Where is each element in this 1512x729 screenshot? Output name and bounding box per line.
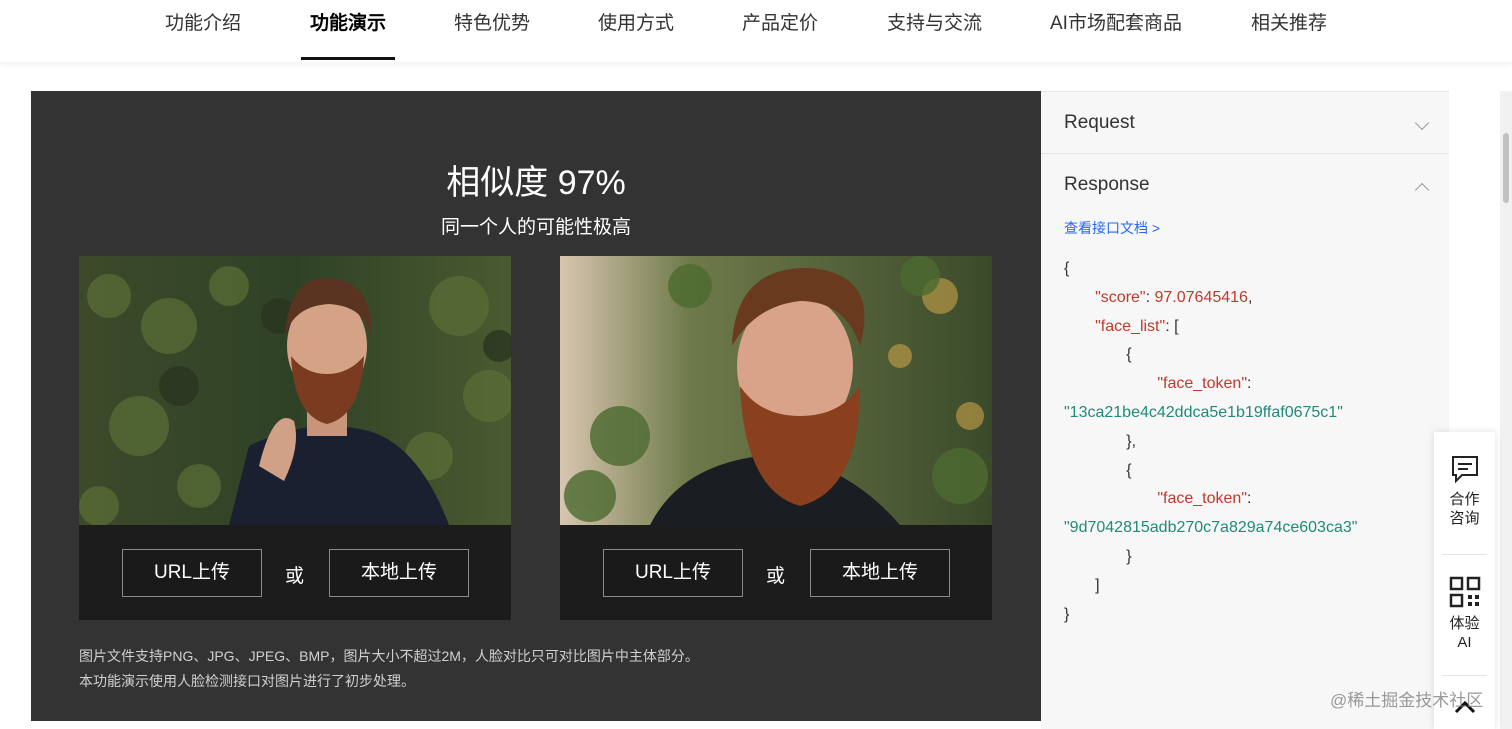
upload-row-right: URL上传 或 本地上传 [560, 525, 992, 620]
note-line: 本功能演示使用人脸检测接口对图片进行了初步处理。 [79, 673, 415, 689]
or-label-right: 或 [766, 566, 786, 587]
nav-item-advantages[interactable]: 特色优势 [454, 0, 530, 60]
json-value-token: "9d7042815adb270c7a829a74ce603ca3" [1064, 519, 1358, 537]
json-line: ] [1064, 576, 1100, 594]
upload-notes: 图片文件支持PNG、JPG、JPEG、BMP，图片大小不超过2M，人脸对比只可对… [79, 644, 699, 694]
json-line: "face_list": [ [1095, 317, 1179, 335]
json-line: { [1064, 461, 1132, 479]
request-title: Request [1064, 112, 1135, 133]
consult-label-1: 合作 [1449, 491, 1480, 508]
floating-toolbar: 合作 咨询 体验 AI [1434, 432, 1495, 729]
note-line: 图片文件支持PNG、JPG、JPEG、BMP，图片大小不超过2M，人脸对比只可对… [79, 648, 699, 664]
json-line: "score": 97.07645416, [1095, 288, 1253, 306]
json-value-token: "13ca21be4c42ddca5e1b19ffaf0675c1" [1064, 403, 1343, 421]
nav-item-usage[interactable]: 使用方式 [598, 0, 674, 60]
local-upload-button-right[interactable]: 本地上传 [810, 549, 950, 597]
response-section-header[interactable]: Response [1041, 154, 1449, 216]
divider [1442, 675, 1487, 676]
try-label-1: 体验 [1449, 615, 1480, 632]
nav-item-ai-market[interactable]: AI市场配套商品 [1050, 0, 1182, 60]
nav-item-recommend[interactable]: 相关推荐 [1251, 0, 1327, 60]
chevron-down-icon[interactable] [1414, 115, 1430, 131]
json-line: } [1064, 605, 1070, 623]
chat-icon [1451, 456, 1478, 484]
json-key-score: "score" [1095, 288, 1146, 306]
json-line: { [1064, 346, 1132, 364]
json-line: }, [1064, 432, 1137, 450]
json-line: "face_token": [1157, 375, 1252, 393]
json-key-face-token: "face_token" [1157, 375, 1247, 393]
similarity-title: 相似度 97% [446, 164, 626, 202]
url-upload-button-right[interactable]: URL上传 [603, 549, 743, 597]
json-key-face-list: "face_list" [1095, 317, 1166, 335]
scrollbar-thumb[interactable] [1503, 133, 1509, 203]
json-key-face-token: "face_token" [1157, 490, 1247, 508]
similarity-subtitle: 同一个人的可能性极高 [440, 217, 631, 238]
try-ai-button[interactable]: 体验 AI [1434, 576, 1495, 652]
api-panel: Request Response 查看接口文档 > { "score": 97.… [1041, 91, 1449, 729]
local-upload-button-left[interactable]: 本地上传 [329, 549, 469, 597]
photo-card-left: URL上传 或 本地上传 [79, 256, 511, 620]
json-value-score: 97.07645416 [1154, 288, 1248, 306]
json-line: "face_token": [1157, 490, 1252, 508]
consult-label-2: 咨询 [1449, 510, 1480, 527]
demo-panel: 相似度 97% 同一个人的可能性极高 URL上传 或 本地上传 URL上传 或 … [31, 91, 1041, 721]
upload-row-left: URL上传 或 本地上传 [79, 525, 511, 620]
divider [1442, 554, 1487, 555]
url-upload-button-left[interactable]: URL上传 [122, 549, 262, 597]
json-line: } [1064, 547, 1132, 565]
json-line: { [1064, 260, 1070, 277]
watermark: @稀土掘金技术社区 [1330, 691, 1484, 710]
nav-item-demo[interactable]: 功能演示 [300, 0, 396, 60]
top-nav: 功能介绍 功能演示 特色优势 使用方式 产品定价 支持与交流 AI市场配套商品 … [0, 0, 1512, 62]
or-label-left: 或 [285, 566, 305, 587]
photo-card-right: URL上传 或 本地上传 [560, 256, 992, 620]
chevron-up-icon[interactable] [1414, 182, 1430, 198]
response-json: { "score": 97.07645416, "face_list": [ {… [1064, 255, 1357, 629]
page-scrollbar[interactable] [1500, 91, 1512, 729]
nav-item-support[interactable]: 支持与交流 [887, 0, 982, 60]
qr-code-icon [1449, 576, 1480, 608]
nav-item-features[interactable]: 功能介绍 [165, 0, 241, 60]
api-doc-link[interactable]: 查看接口文档 > [1064, 218, 1160, 238]
json-line: "9d7042815adb270c7a829a74ce603ca3" [1064, 514, 1357, 543]
face-photo-right [560, 256, 992, 525]
face-photo-left [79, 256, 511, 525]
try-label-2: AI [1457, 634, 1472, 651]
json-line: "13ca21be4c42ddca5e1b19ffaf0675c1" [1064, 399, 1357, 428]
nav-item-pricing[interactable]: 产品定价 [742, 0, 818, 60]
response-title: Response [1064, 174, 1150, 195]
request-section-header[interactable]: Request [1041, 92, 1449, 154]
consult-button[interactable]: 合作 咨询 [1434, 454, 1495, 528]
